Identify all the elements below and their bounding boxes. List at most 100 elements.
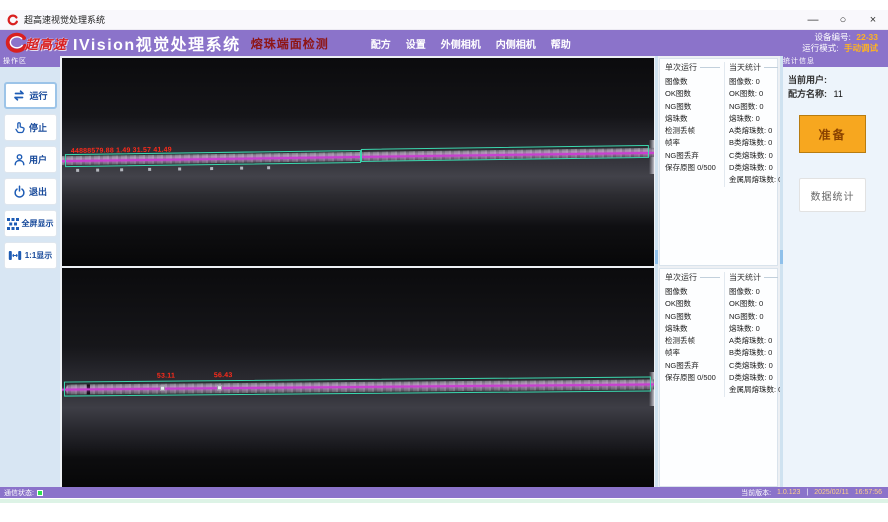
- info-body: 当前用户: 配方名称: 11: [780, 67, 888, 107]
- stat-row: OK图数: 0: [729, 298, 778, 310]
- bead-marker: [267, 166, 270, 169]
- window-titlebar: 超高速视觉处理系统 — ○ ×: [0, 10, 888, 30]
- device-number-value: 22-33: [856, 32, 878, 42]
- stat-row: 熔珠数: [665, 323, 720, 335]
- comm-status: 通信状态:: [4, 488, 43, 498]
- one-to-one-icon: [8, 249, 22, 262]
- one-to-one-button-label: 1:1显示: [25, 250, 53, 261]
- outer-camera-image[interactable]: 44888579.88 1.49 31.57 41.49: [62, 58, 654, 266]
- measurement-label: 56.43: [214, 372, 233, 379]
- menu-inner-camera[interactable]: 内侧相机: [496, 36, 536, 51]
- menu-recipe[interactable]: 配方: [371, 36, 391, 51]
- user-button-label: 用户: [29, 153, 47, 166]
- brand-name: 超高速: [25, 34, 67, 53]
- run-cycle-icon: [12, 89, 26, 102]
- stop-button[interactable]: 停止: [4, 114, 57, 141]
- bead-marker: [148, 168, 151, 171]
- stat-row: OK图数: [665, 298, 720, 310]
- operation-sidebar: 操作区 运行 停止: [0, 56, 60, 487]
- date-value: 2025/02/11: [814, 489, 849, 496]
- time-value: 16:57:56: [855, 489, 882, 496]
- window-title: 超高速视觉处理系统: [24, 13, 105, 26]
- bead-square-marker: [217, 385, 222, 390]
- brand-logo: 超高速: [3, 32, 67, 54]
- stat-row: OK图数: [665, 88, 720, 100]
- run-mode-value: 手动调试: [844, 43, 878, 53]
- stat-row: NG图数: [665, 101, 720, 113]
- stat-row: 帧率: [665, 347, 720, 359]
- stat-row: 图像数: 0: [729, 76, 778, 88]
- info-panel: 统计信息 当前用户: 配方名称: 11 准备 数据统计: [780, 56, 888, 487]
- close-button[interactable]: ×: [858, 10, 888, 29]
- stat-row: 图像数: [665, 286, 720, 298]
- daily-stats-group: 当天统计 图像数: 0 OK图数: 0 NG图数: 0 熔珠数: 0 A类熔珠数…: [724, 272, 778, 397]
- menu-outer-camera[interactable]: 外侧相机: [441, 36, 481, 51]
- stat-row: 保存原图 0/500: [665, 372, 720, 384]
- device-number-label: 设备编号:: [815, 32, 851, 42]
- daily-stats-group: 当天统计 图像数: 0 OK图数: 0 NG图数: 0 熔珠数: 0 A类熔珠数…: [724, 62, 778, 187]
- minimize-button[interactable]: —: [798, 10, 828, 29]
- fullscreen-button[interactable]: 全屏显示: [4, 210, 57, 237]
- fullscreen-button-label: 全屏显示: [22, 218, 54, 229]
- bead-marker: [120, 168, 123, 171]
- stat-row: D类熔珠数: 0: [729, 372, 778, 384]
- run-button[interactable]: 运行: [4, 82, 57, 109]
- info-panel-caption: 统计信息: [780, 56, 888, 67]
- user-icon: [13, 153, 26, 166]
- menu-settings[interactable]: 设置: [406, 36, 426, 51]
- single-run-group: 单次运行 图像数 OK图数 NG图数 熔珠数 检测丢帧 帧率 NG图丢弃 保存原…: [665, 62, 720, 174]
- outer-camera-stats-panel: 单次运行 图像数 OK图数 NG图数 熔珠数 检测丢帧 帧率 NG图丢弃 保存原…: [659, 58, 778, 266]
- detected-strip-zone: 53.11 56.43: [62, 372, 654, 403]
- status-bar: 通信状态: 当前版本: 1.0.123 | 2025/02/11 16:57:5…: [0, 487, 888, 498]
- recipe-row: 配方名称: 11: [788, 87, 880, 101]
- run-button-label: 运行: [29, 89, 47, 102]
- prepare-button[interactable]: 准备: [799, 115, 866, 153]
- user-button[interactable]: 用户: [4, 146, 57, 173]
- menu-help[interactable]: 帮助: [551, 36, 571, 51]
- maximize-button[interactable]: ○: [828, 10, 858, 29]
- stat-row: A类熔珠数: 0: [729, 125, 778, 137]
- stat-row: 检测丢帧: [665, 335, 720, 347]
- measurement-text: 44888579.88 1.49 31.57 41.49: [71, 147, 172, 155]
- stats-column: 单次运行 图像数 OK图数 NG图数 熔珠数 检测丢帧 帧率 NG图丢弃 保存原…: [655, 56, 779, 487]
- single-run-title: 单次运行: [665, 62, 720, 73]
- fullscreen-grid-icon: [7, 218, 19, 230]
- main-menu: 配方 设置 外侧相机 内侧相机 帮助: [371, 36, 571, 51]
- exit-button[interactable]: 退出: [4, 178, 57, 205]
- recipe-name-value: 11: [834, 89, 843, 99]
- stat-row: NG图数: [665, 311, 720, 323]
- bead-marker: [240, 167, 243, 170]
- run-mode-label: 运行模式:: [802, 43, 838, 53]
- detection-roi-box: [64, 376, 651, 396]
- stop-button-label: 停止: [29, 121, 47, 134]
- stat-row: 检测丢帧: [665, 125, 720, 137]
- power-icon: [13, 185, 26, 198]
- splitter-bar[interactable]: [780, 56, 783, 487]
- inner-camera-image[interactable]: 53.11 56.43: [62, 268, 654, 487]
- app-header: 超高速 IVision视觉处理系统 熔珠端面检测 配方 设置 外侧相机 内侧相机…: [0, 30, 888, 56]
- current-user-label: 当前用户:: [788, 75, 827, 85]
- sidebar-caption: 操作区: [0, 56, 60, 67]
- daily-stats-title: 当天统计: [729, 62, 778, 73]
- inner-camera-stats-panel: 单次运行 图像数 OK图数 NG图数 熔珠数 检测丢帧 帧率 NG图丢弃 保存原…: [659, 268, 778, 487]
- stat-row: B类熔珠数: 0: [729, 137, 778, 149]
- recipe-name-label: 配方名称:: [788, 89, 827, 99]
- bead-square-marker: [160, 386, 165, 391]
- splitter-handle[interactable]: [655, 250, 658, 264]
- comm-status-led: [37, 490, 43, 496]
- stat-row: NG图数: 0: [729, 311, 778, 323]
- bead-marker: [210, 167, 213, 170]
- exit-button-label: 退出: [29, 185, 47, 198]
- data-stats-button[interactable]: 数据统计: [799, 178, 866, 212]
- stat-row: 帧率: [665, 137, 720, 149]
- comm-status-label: 通信状态:: [4, 488, 34, 498]
- bead-marker: [96, 169, 99, 172]
- one-to-one-button[interactable]: 1:1显示: [4, 242, 57, 269]
- stat-row: 金属屑熔珠数: 0: [729, 384, 778, 396]
- splitter-bar[interactable]: [655, 56, 658, 487]
- stat-row: 熔珠数: 0: [729, 323, 778, 335]
- version-value: 1.0.123: [777, 489, 800, 496]
- stat-row: C类熔珠数: 0: [729, 360, 778, 372]
- splitter-handle[interactable]: [780, 250, 783, 264]
- stat-row: D类熔珠数: 0: [729, 162, 778, 174]
